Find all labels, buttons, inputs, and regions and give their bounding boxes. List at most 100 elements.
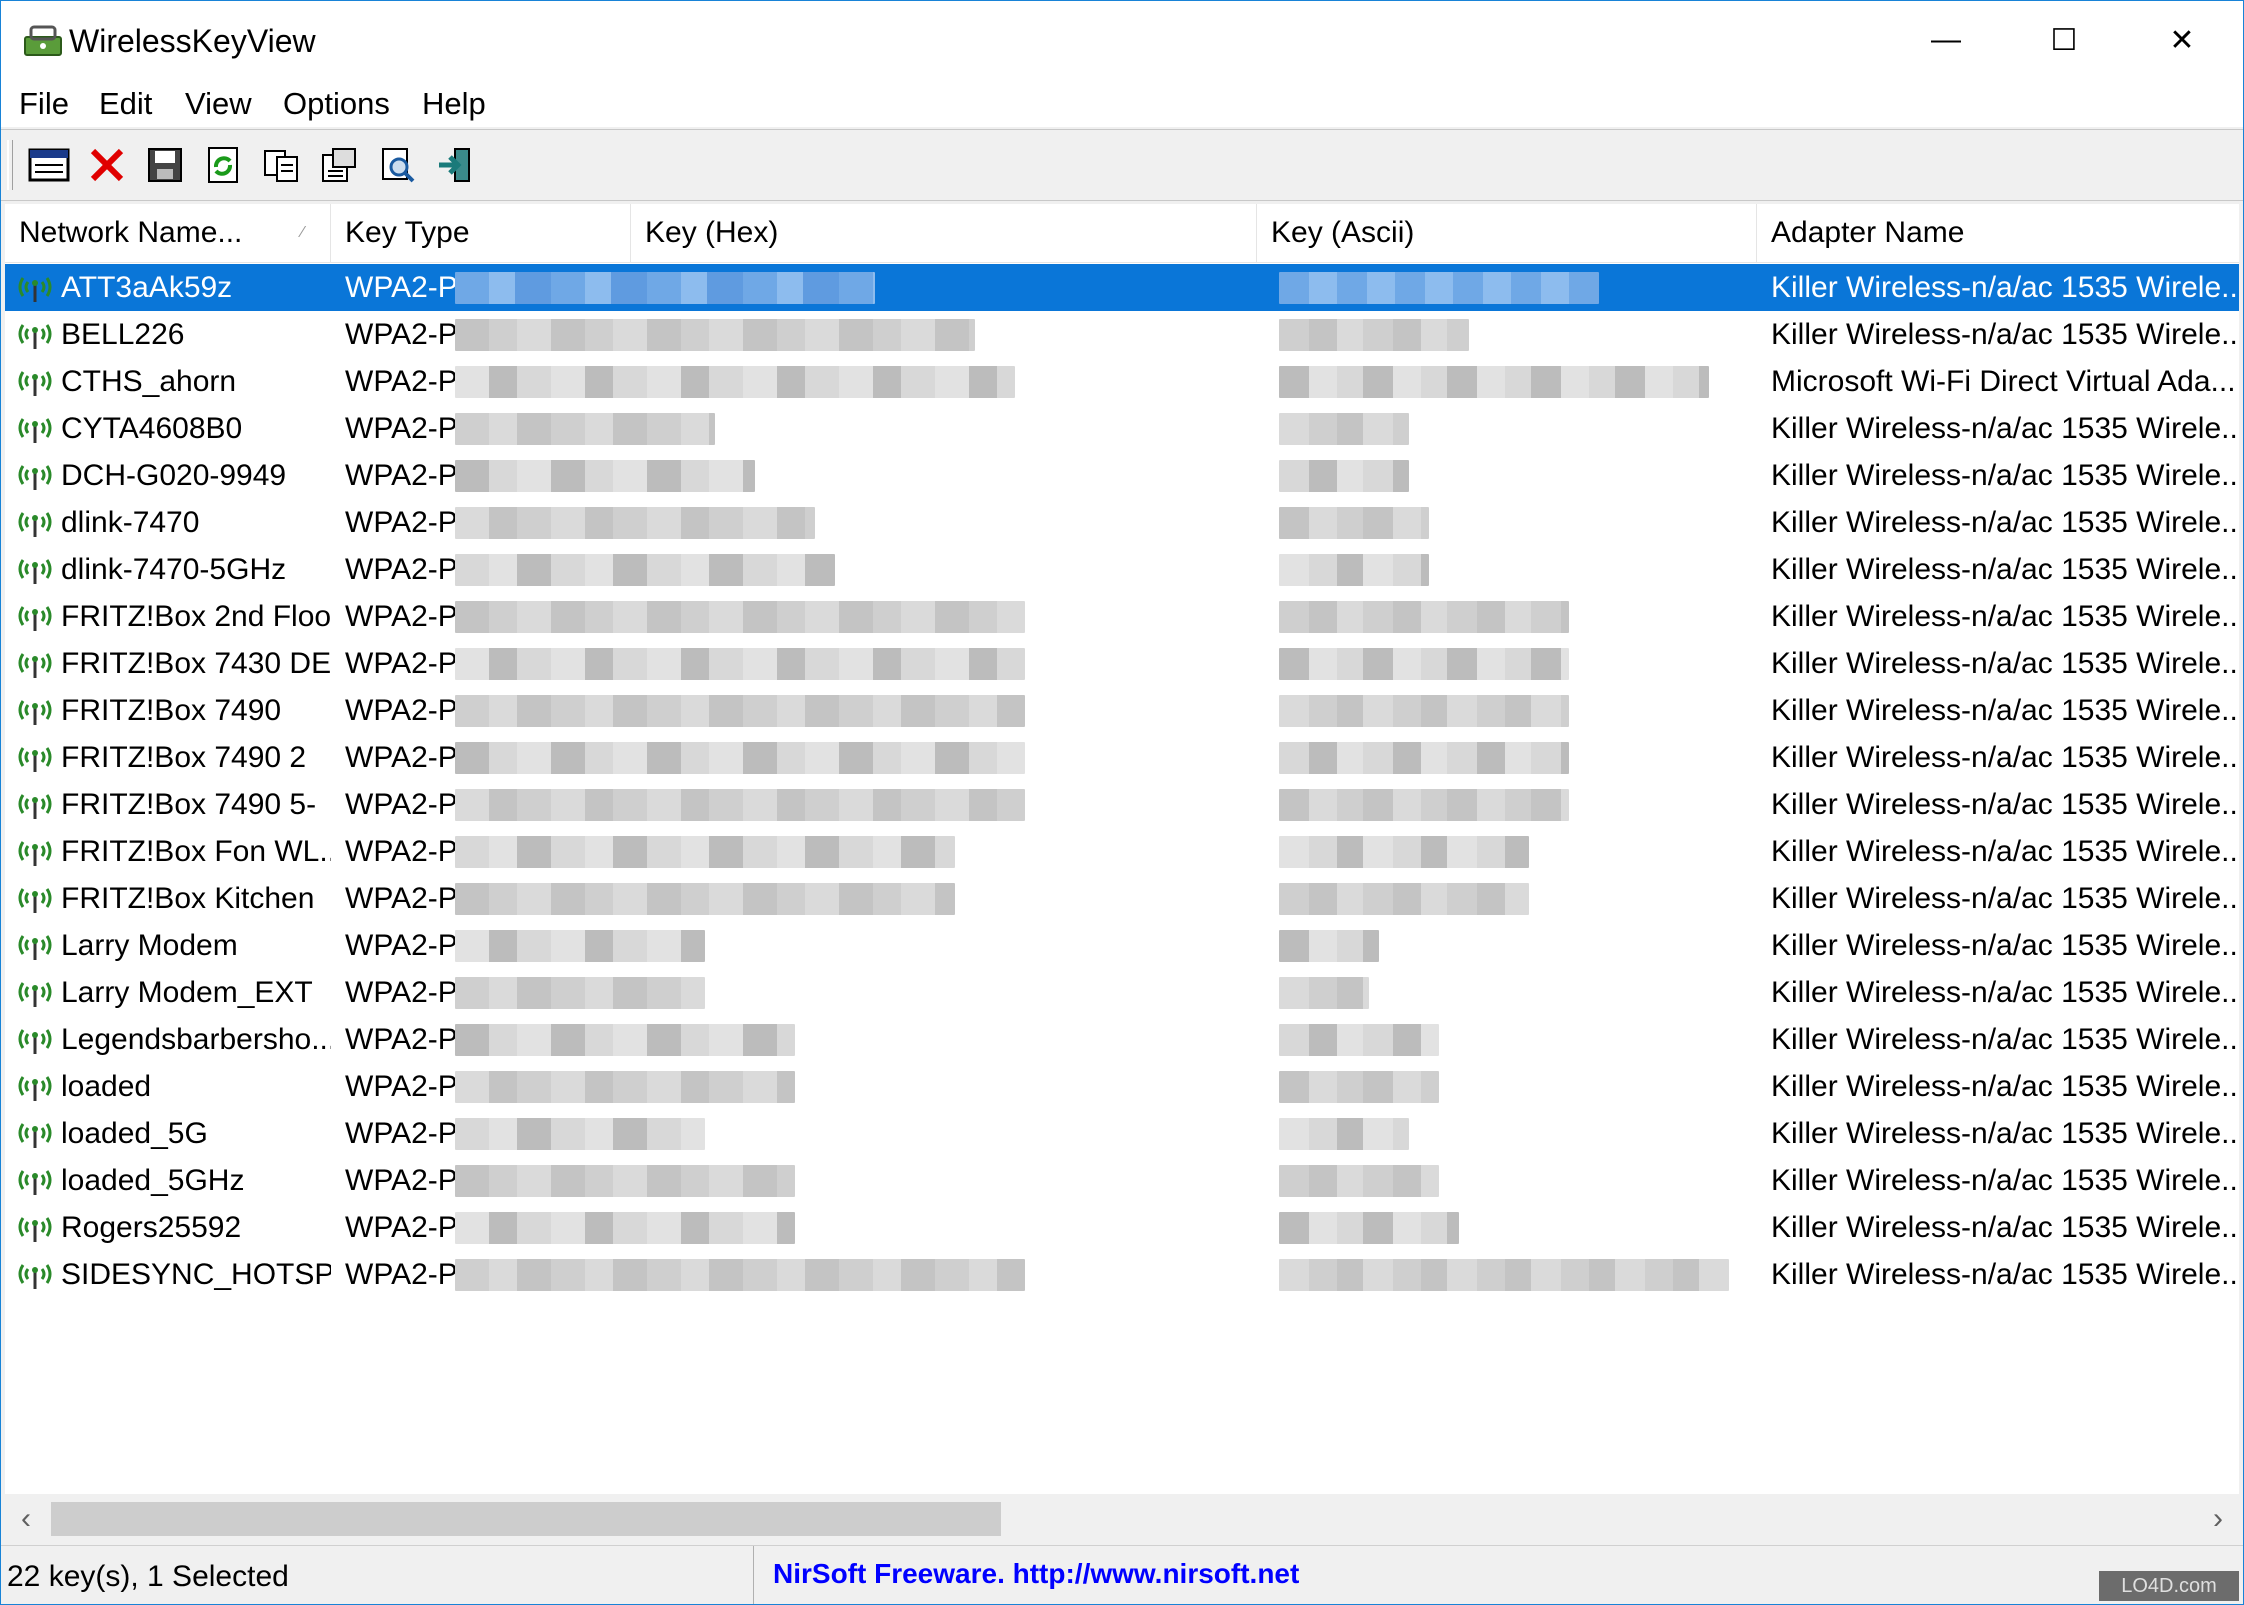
table-row[interactable]: BELL226 WPA2-PSK Killer Wireless-n/a/ac 15… (5, 311, 2239, 358)
network-name-cell: FRITZ!Box 7490 (61, 694, 282, 727)
exit-button[interactable] (429, 140, 481, 190)
network-name-cell: DCH-G020-9949 (61, 459, 287, 492)
horizontal-scrollbar[interactable]: ‹ › (5, 1498, 2239, 1540)
menu-edit[interactable]: Edit (99, 81, 152, 127)
delete-icon (90, 148, 124, 182)
close-button[interactable]: ✕ (2123, 1, 2241, 79)
table-row[interactable]: Larry Modem_EXT WPA2-PSK Killer Wireless-n… (5, 969, 2239, 1016)
table-row[interactable]: FRITZ!Box 7490 WPA2-PSK Killer Wireless-n/… (5, 687, 2239, 734)
table-row[interactable]: ATT3aAk59z WPA2-PSK Killer Wireless-n/a/ac… (5, 264, 2239, 311)
key-hex-cell-redacted (455, 648, 1025, 680)
menu-bar: File Edit View Options Help (1, 81, 2243, 127)
network-name-cell: CTHS_ahorn (61, 365, 237, 398)
copy-icon (264, 150, 298, 182)
save-button[interactable] (139, 140, 191, 190)
adapter-name-cell: Killer Wireless-n/a/ac 1535 Wirele... (1771, 412, 2239, 445)
column-header-key-type[interactable]: Key Type (331, 204, 631, 262)
wireless-signal-icon (18, 700, 52, 725)
network-name-cell: Legendsbarbersho... (61, 1023, 331, 1056)
key-hex-cell-redacted (455, 836, 955, 868)
key-ascii-cell-redacted (1279, 1071, 1439, 1103)
network-name-cell: Larry Modem (61, 929, 238, 962)
key-hex-cell-redacted (455, 272, 875, 304)
table-row[interactable]: FRITZ!Box Fon WL... WPA2-PSK Killer Wirele… (5, 828, 2239, 875)
chevron-right-icon: › (2213, 1502, 2223, 1535)
scroll-right-button[interactable]: › (2197, 1498, 2239, 1540)
table-row[interactable]: Rogers25592 WPA2-PSK Killer Wireless-n/a/a… (5, 1204, 2239, 1251)
adapter-name-cell: Killer Wireless-n/a/ac 1535 Wirele... (1771, 1258, 2239, 1291)
table-row[interactable]: FRITZ!Box 2nd Floor WPA2-PSK Killer Wirele… (5, 593, 2239, 640)
table-row[interactable]: CYTA4608B0 WPA2-PSK Killer Wireless-n/a/ac… (5, 405, 2239, 452)
scroll-left-button[interactable]: ‹ (5, 1498, 47, 1540)
table-row[interactable]: loaded WPA2-PSK Killer Wireless-n/a/ac 153… (5, 1063, 2239, 1110)
key-hex-cell-redacted (455, 601, 1025, 633)
nirsoft-link[interactable]: NirSoft Freeware. http://www.nirsoft.net (773, 1546, 1299, 1602)
adapter-name-cell: Killer Wireless-n/a/ac 1535 Wirele... (1771, 741, 2239, 774)
wireless-signal-icon (18, 982, 52, 1007)
adapter-name-cell: Microsoft Wi-Fi Direct Virtual Ada... (1771, 365, 2236, 398)
network-name-cell: FRITZ!Box 2nd Floor (61, 600, 331, 633)
network-name-cell: FRITZ!Box 7490 2 (61, 741, 307, 774)
toolbar-grip[interactable] (7, 140, 13, 190)
table-row[interactable]: FRITZ!Box Kitchen WPA2-PSK Killer Wireless… (5, 875, 2239, 922)
network-name-cell: FRITZ!Box 7430 DE (61, 647, 331, 680)
minimize-button[interactable]: — (1887, 1, 2005, 79)
delete-button[interactable] (81, 140, 133, 190)
adapter-name-cell: Killer Wireless-n/a/ac 1535 Wirele... (1771, 694, 2239, 727)
scrollbar-thumb[interactable] (51, 1502, 1001, 1536)
table-row[interactable]: FRITZ!Box 7490 5- WPA2-PSK Killer Wireless… (5, 781, 2239, 828)
wireless-signal-icon (18, 606, 52, 631)
network-name-cell: FRITZ!Box Fon WL... (61, 835, 331, 868)
key-hex-cell-redacted (455, 930, 705, 962)
title-bar[interactable]: WirelessKeyView — ☐ ✕ (1, 1, 2243, 81)
table-row[interactable]: FRITZ!Box 7430 DE WPA2-PSK Killer Wireless… (5, 640, 2239, 687)
network-name-cell: SIDESYNC_HOTSP... (61, 1258, 331, 1291)
key-ascii-cell-redacted (1279, 742, 1569, 774)
table-row[interactable]: loaded_5G WPA2-PSK Killer Wireless-n/a/ac … (5, 1110, 2239, 1157)
table-row[interactable]: DCH-G020-9949 WPA2-PSK Killer Wireless-n/a… (5, 452, 2239, 499)
network-name-cell: loaded_5G (61, 1117, 208, 1150)
adapter-name-cell: Killer Wireless-n/a/ac 1535 Wirele... (1771, 1117, 2239, 1150)
find-button[interactable] (371, 140, 423, 190)
key-hex-cell-redacted (455, 977, 705, 1009)
table-row[interactable]: CTHS_ahorn WPA2-PSK Microsoft Wi-Fi Direct… (5, 358, 2239, 405)
table-row[interactable]: dlink-7470 WPA2-PSK Killer Wireless-n/a/ac… (5, 499, 2239, 546)
table-row[interactable]: loaded_5GHz WPA2-PSK Killer Wireless-n/a/a… (5, 1157, 2239, 1204)
wireless-signal-icon (18, 559, 52, 584)
html-report-button[interactable] (313, 140, 365, 190)
refresh-button[interactable] (197, 140, 249, 190)
table-row[interactable]: Legendsbarbersho... WPA2-PSK Killer Wirele… (5, 1016, 2239, 1063)
adapter-name-cell: Killer Wireless-n/a/ac 1535 Wirele... (1771, 1070, 2239, 1103)
menu-file[interactable]: File (19, 81, 69, 127)
copy-button[interactable] (255, 140, 307, 190)
save-icon (148, 148, 182, 182)
properties-button[interactable] (23, 140, 75, 190)
report-icon (322, 148, 356, 182)
adapter-name-cell: Killer Wireless-n/a/ac 1535 Wirele... (1771, 647, 2239, 680)
table-row[interactable]: Larry Modem WPA2-PSK Killer Wireless-n/a/a… (5, 922, 2239, 969)
wireless-signal-icon (18, 747, 52, 772)
menu-options[interactable]: Options (283, 81, 390, 127)
adapter-name-cell: Killer Wireless-n/a/ac 1535 Wirele... (1771, 835, 2239, 868)
maximize-button[interactable]: ☐ (2005, 1, 2123, 79)
column-header-key-hex[interactable]: Key (Hex) (631, 204, 1257, 262)
wireless-signal-icon (18, 841, 52, 866)
key-ascii-cell-redacted (1279, 1118, 1409, 1150)
column-header-key-ascii[interactable]: Key (Ascii) (1257, 204, 1757, 262)
list-header: Network Name... ⁄ Key Type Key (Hex) Key… (5, 204, 2239, 263)
key-ascii-cell-redacted (1279, 413, 1409, 445)
key-hex-cell-redacted (455, 883, 955, 915)
table-row[interactable]: SIDESYNC_HOTSP... WPA2-PSK Killer Wireless… (5, 1251, 2239, 1298)
column-header-network-name[interactable]: Network Name... ⁄ (5, 204, 331, 262)
column-header-adapter-name[interactable]: Adapter Name (1757, 204, 2239, 262)
maximize-icon: ☐ (2050, 23, 2078, 57)
network-name-cell: Rogers25592 (61, 1211, 242, 1244)
key-ascii-cell-redacted (1279, 319, 1469, 351)
network-key-list[interactable]: Network Name... ⁄ Key Type Key (Hex) Key… (5, 204, 2239, 1494)
menu-help[interactable]: Help (422, 81, 486, 127)
key-ascii-cell-redacted (1279, 1259, 1729, 1291)
table-row[interactable]: FRITZ!Box 7490 2 WPA2-PSK Killer Wireless-… (5, 734, 2239, 781)
table-row[interactable]: dlink-7470-5GHz WPA2-PSK Killer Wireless-n… (5, 546, 2239, 593)
status-count: 22 key(s), 1 Selected (7, 1546, 754, 1604)
menu-view[interactable]: View (185, 81, 252, 127)
